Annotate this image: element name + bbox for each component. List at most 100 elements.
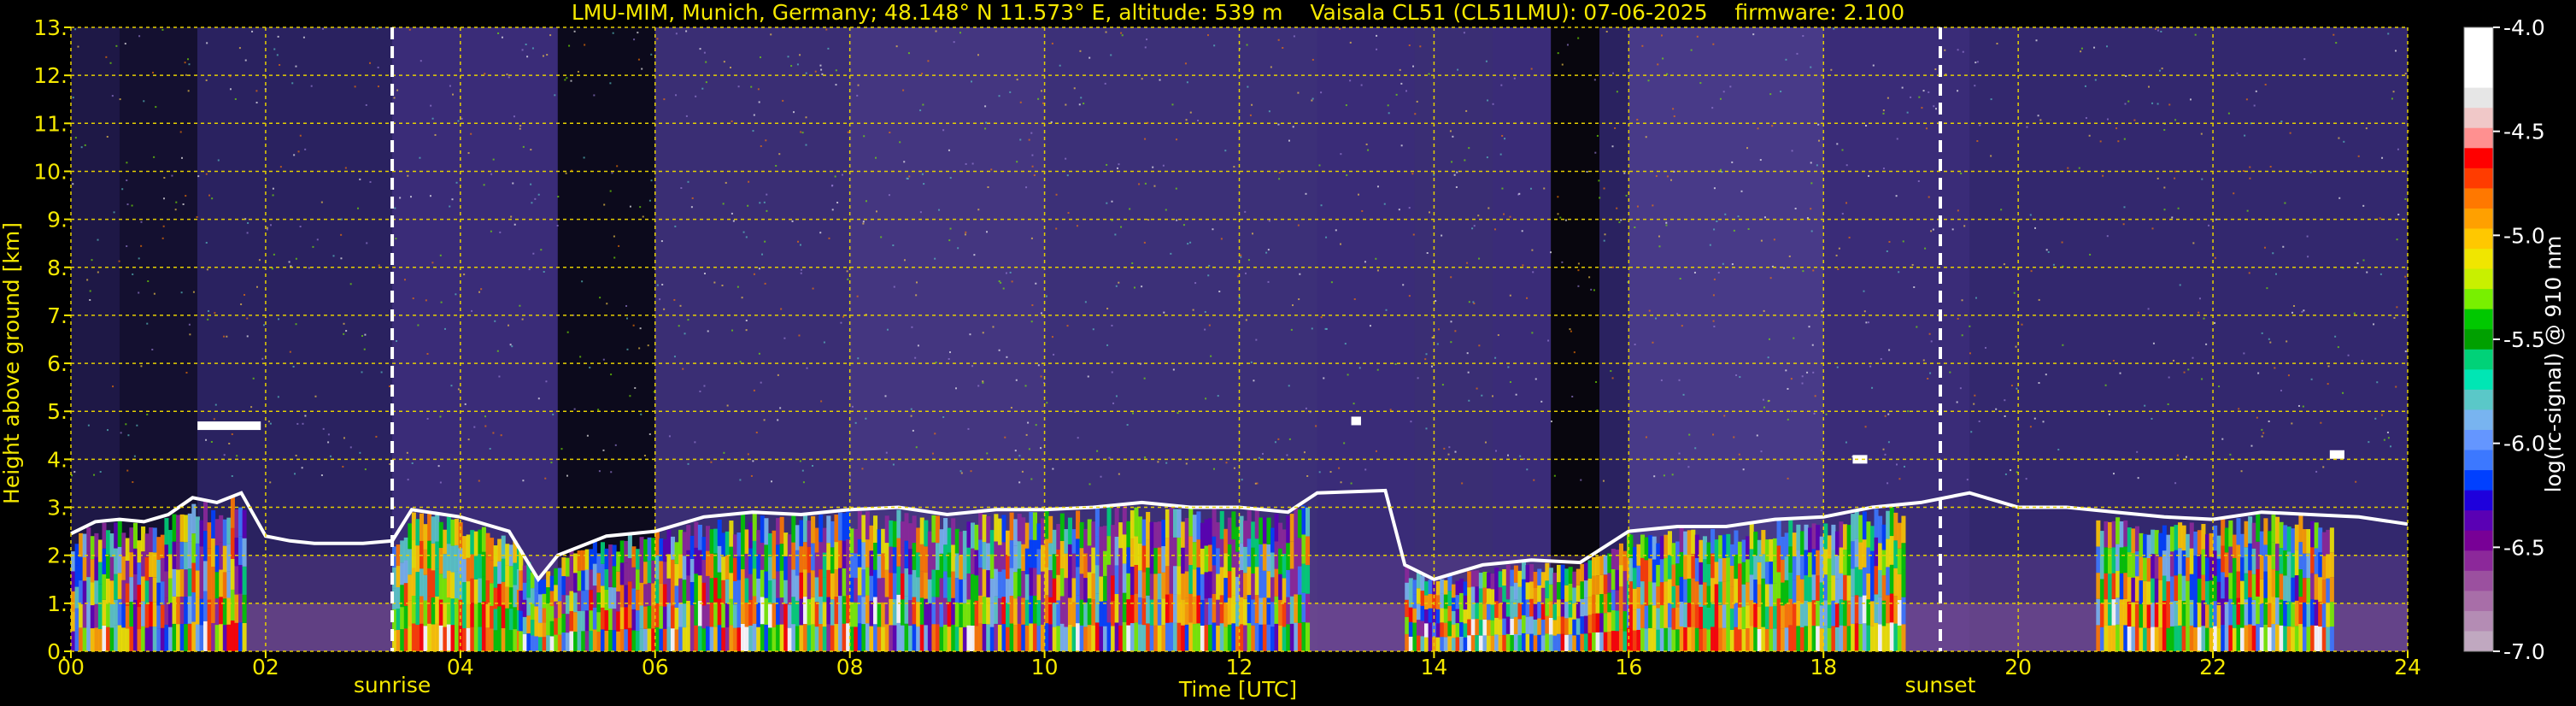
aerosol-column	[2244, 625, 2249, 651]
noise-dot	[1895, 463, 1898, 466]
noise-dot	[185, 74, 187, 76]
aerosol-column	[176, 624, 181, 651]
aerosol-column	[403, 605, 408, 629]
colorbar-swatch	[2464, 268, 2493, 290]
noise-dot	[1935, 108, 1938, 110]
aerosol-column	[1122, 621, 1127, 651]
aerosol-column	[1447, 621, 1452, 637]
aerosol-column	[160, 557, 165, 582]
noise-dot	[1735, 374, 1738, 377]
noise-dot	[1696, 35, 1699, 38]
aerosol-column	[1679, 527, 1684, 552]
colorbar-swatch	[2464, 27, 2493, 49]
aerosol-column	[1212, 536, 1217, 566]
noise-dot	[1956, 401, 1958, 403]
noise-dot	[2045, 374, 2047, 376]
aerosol-column	[1889, 507, 1894, 537]
noise-dot	[293, 154, 296, 156]
noise-dot	[1848, 236, 1851, 238]
aerosol-column	[1540, 619, 1546, 636]
aerosol-column	[1451, 584, 1456, 598]
aerosol-column	[1839, 573, 1844, 600]
aerosol-column	[1297, 594, 1302, 623]
noise-dot	[1759, 159, 1762, 162]
noise-dot	[1083, 103, 1085, 105]
noise-dot	[255, 90, 258, 92]
aerosol-column	[908, 549, 913, 575]
aerosol-column	[1137, 516, 1143, 544]
aerosol-column	[701, 628, 707, 651]
noise-dot	[1610, 370, 1612, 373]
noise-dot	[764, 240, 766, 243]
noise-dot	[255, 102, 258, 104]
aerosol-column	[2256, 514, 2261, 542]
noise-dot	[361, 371, 363, 374]
aerosol-column	[1428, 580, 1433, 594]
aerosol-column	[1603, 632, 1608, 651]
noise-dot	[637, 32, 639, 34]
aerosol-column	[635, 590, 641, 611]
aerosol-column	[686, 575, 691, 601]
aerosol-column	[1746, 605, 1751, 629]
aerosol-column	[811, 597, 816, 625]
aerosol-column	[1694, 581, 1699, 605]
noise-dot	[1816, 164, 1818, 167]
noise-dot	[2039, 119, 2042, 121]
colorbar-swatch	[2464, 510, 2493, 532]
noise-dot	[115, 44, 118, 47]
aerosol-column	[191, 533, 197, 563]
aerosol-column	[1223, 578, 1229, 603]
aerosol-column	[1247, 538, 1252, 568]
noise-dot	[87, 424, 90, 427]
noise-dot	[1996, 43, 1998, 45]
noise-dot	[1652, 341, 1654, 344]
aerosol-column	[943, 518, 948, 545]
aerosol-column	[1459, 578, 1464, 593]
aerosol-column	[857, 623, 862, 651]
aerosol-column	[1087, 572, 1092, 599]
aerosol-column	[581, 631, 586, 651]
noise-dot	[1176, 138, 1178, 141]
aerosol-column	[1083, 528, 1088, 554]
aerosol-column	[450, 519, 455, 546]
colorbar-swatch	[2464, 550, 2493, 572]
noise-dot	[1740, 190, 1743, 192]
aerosol-column	[577, 631, 582, 651]
noise-dot	[188, 323, 191, 326]
aerosol-column	[446, 516, 451, 544]
aerosol-column	[1181, 574, 1186, 600]
aerosol-column	[756, 627, 761, 651]
noise-dot	[2309, 171, 2312, 174]
noise-dot	[835, 69, 837, 72]
colorbar-tick-label: -5.0	[2503, 223, 2545, 248]
aerosol-column	[581, 570, 586, 591]
aerosol-column	[125, 538, 130, 562]
noise-dot	[197, 175, 200, 178]
aerosol-column	[1537, 634, 1542, 651]
aerosol-column	[1254, 510, 1259, 539]
aerosol-column	[596, 612, 601, 632]
aerosol-column	[1834, 555, 1840, 580]
aerosol-column	[1784, 556, 1789, 580]
aerosol-column	[1455, 595, 1460, 609]
noise-dot	[2177, 207, 2180, 209]
aerosol-column	[1424, 595, 1429, 609]
noise-dot	[2280, 121, 2283, 123]
aerosol-column	[1169, 507, 1174, 537]
aerosol-column	[2286, 527, 2291, 552]
aerosol-column	[156, 628, 161, 651]
aerosol-column	[497, 538, 502, 562]
noise-dot	[126, 203, 129, 206]
noise-dot	[121, 188, 124, 191]
noise-dot	[1787, 387, 1789, 390]
noise-dot	[1487, 99, 1489, 102]
noise-dot	[987, 185, 989, 188]
noise-dot	[663, 98, 666, 101]
noise-dot	[2094, 79, 2097, 81]
aerosol-column	[1455, 623, 1460, 638]
aerosol-column	[1297, 566, 1302, 595]
aerosol-column	[1618, 629, 1623, 651]
noise-dot	[1841, 149, 1844, 151]
noise-dot	[1532, 271, 1534, 274]
aerosol-column	[1013, 625, 1018, 651]
